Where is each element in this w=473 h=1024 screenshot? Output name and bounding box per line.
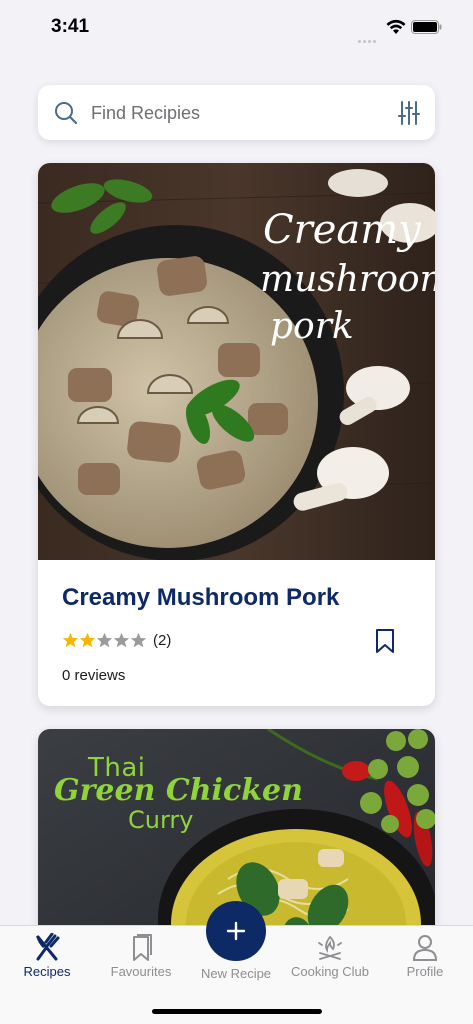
star-empty-icon: [96, 632, 113, 647]
tab-cooking-club[interactable]: Cooking Club: [283, 926, 377, 986]
tab-label: Favourites: [110, 964, 172, 979]
cellular-signal-icon: [358, 30, 378, 43]
star-empty-icon: [130, 632, 147, 647]
status-time: 3:41: [51, 16, 90, 37]
search-input[interactable]: [91, 98, 381, 128]
tab-label: Recipes: [23, 964, 71, 979]
star-filled-icon: [79, 632, 96, 647]
rating-count: (2): [153, 631, 172, 649]
tab-profile[interactable]: Profile: [378, 926, 472, 986]
wifi-icon: [386, 19, 406, 34]
person-icon: [412, 935, 438, 961]
star-filled-icon: [62, 632, 79, 647]
fork-knife-icon: [36, 933, 60, 961]
image-text-line-2: mushroom: [260, 259, 435, 300]
star-empty-icon: [113, 632, 130, 647]
image-text-line-1: Creamy: [263, 207, 422, 253]
recipe-image-title: Thai Green Chicken Curry: [38, 729, 435, 849]
image-text-line-2: Green Chicken: [54, 773, 303, 808]
tab-recipes[interactable]: Recipes: [0, 926, 94, 986]
image-text-line-3: pork: [270, 306, 354, 347]
recipe-image[interactable]: Creamy mushroom pork: [38, 163, 435, 560]
tab-label: Profile: [406, 964, 444, 979]
search-bar[interactable]: [38, 85, 435, 140]
tab-label: New Recipe: [200, 966, 272, 981]
tab-label: Cooking Club: [290, 964, 370, 979]
home-indicator: [152, 1009, 322, 1014]
status-bar: 3:41: [0, 0, 473, 54]
battery-icon: [411, 20, 442, 34]
new-recipe-button[interactable]: [206, 901, 266, 961]
recipe-title[interactable]: Creamy Mushroom Pork: [62, 584, 339, 612]
star-rating: (2): [62, 630, 171, 650]
search-icon: [55, 102, 78, 125]
sliders-icon[interactable]: [398, 100, 420, 126]
tab-favourites[interactable]: Favourites: [94, 926, 188, 986]
bookmarks-icon: [133, 934, 152, 961]
image-text-line-3: Curry: [128, 806, 194, 834]
plus-icon: [226, 921, 246, 941]
reviews-count[interactable]: 0 reviews: [62, 667, 125, 684]
recipe-card[interactable]: Creamy mushroom pork Creamy Mushroom Por…: [38, 163, 435, 706]
bookmark-icon[interactable]: [375, 628, 395, 654]
campfire-icon: [318, 935, 342, 960]
